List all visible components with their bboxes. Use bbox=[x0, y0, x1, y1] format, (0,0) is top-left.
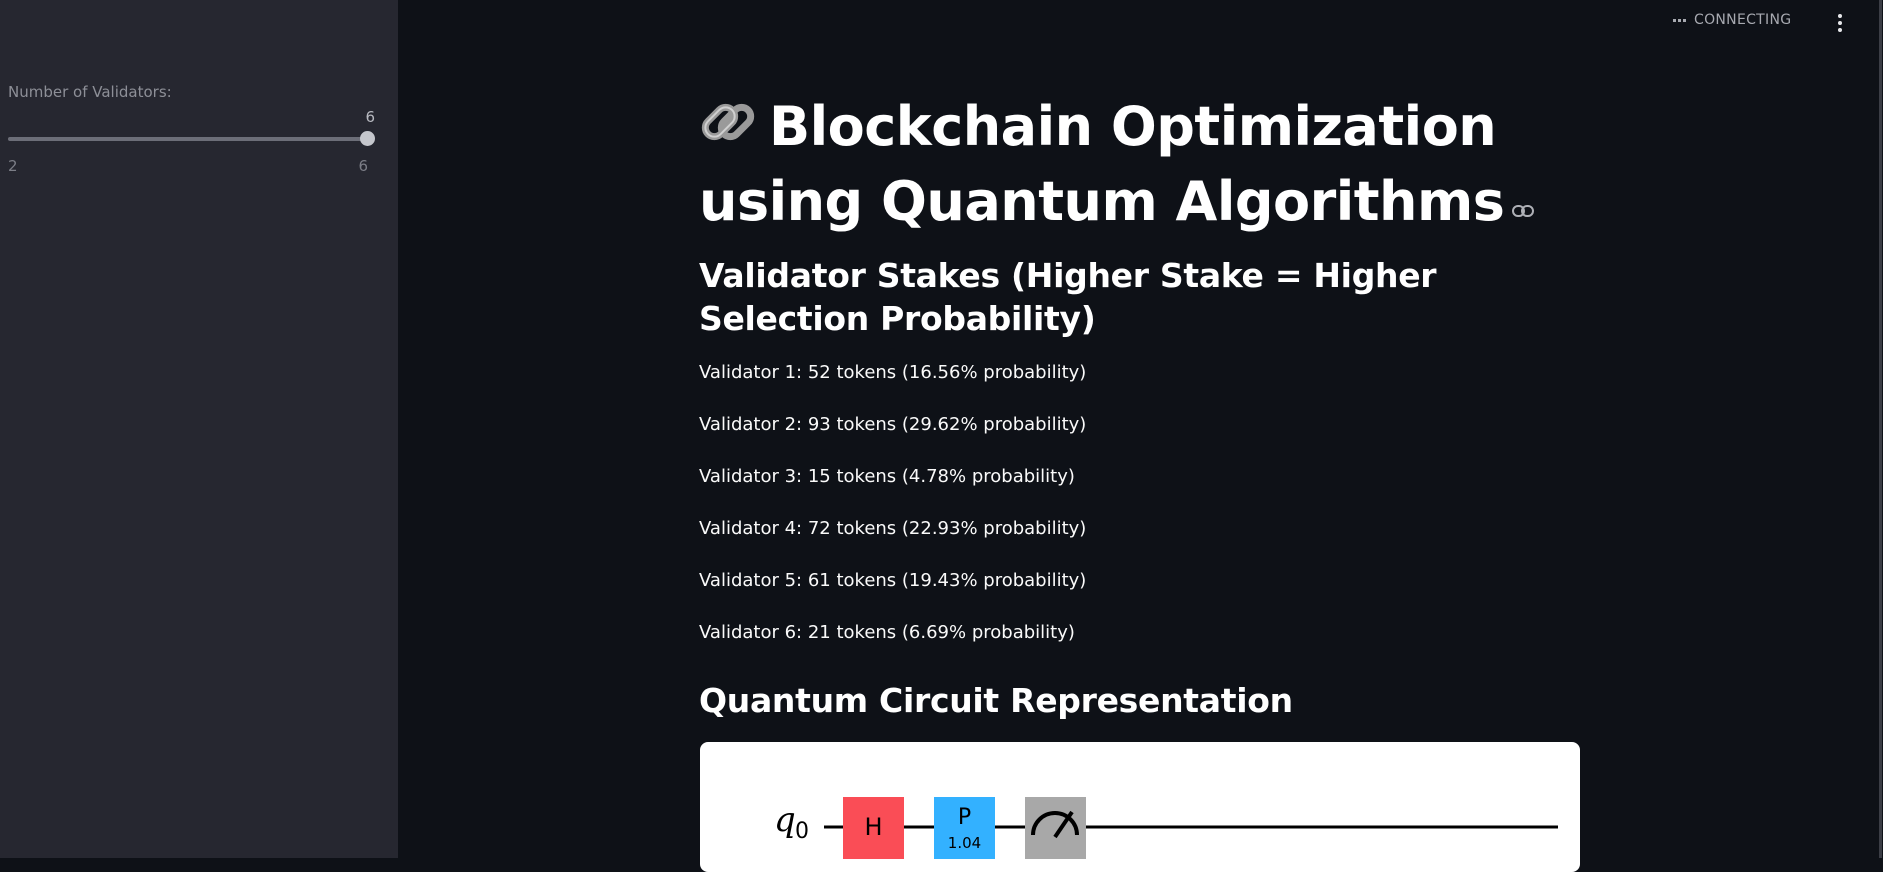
phase-gate-param: 1.04 bbox=[948, 834, 981, 852]
validator-stake-line: Validator 4: 72 tokens (22.93% probabili… bbox=[699, 518, 1087, 539]
validator-stake-line: Validator 6: 21 tokens (6.69% probabilit… bbox=[699, 622, 1075, 643]
kebab-menu-icon[interactable] bbox=[1834, 14, 1846, 32]
qubit-label: q bbox=[774, 800, 796, 840]
page-title-text: Blockchain Optimization using Quantum Al… bbox=[699, 95, 1505, 233]
slider-max-label: 6 bbox=[358, 157, 368, 175]
connection-status: CONNECTING bbox=[1673, 12, 1791, 28]
slider-min-label: 2 bbox=[8, 157, 18, 175]
validators-slider-track[interactable] bbox=[8, 137, 368, 141]
validator-stake-line: Validator 5: 61 tokens (19.43% probabili… bbox=[699, 570, 1087, 591]
anchor-link-icon[interactable] bbox=[1512, 166, 1535, 233]
validator-stake-line: Validator 3: 15 tokens (4.78% probabilit… bbox=[699, 466, 1075, 487]
phase-gate-label: P bbox=[958, 805, 971, 830]
link-chain-icon bbox=[699, 93, 757, 166]
connection-status-text: CONNECTING bbox=[1694, 12, 1792, 28]
circuit-heading: Quantum Circuit Representation bbox=[699, 681, 1293, 720]
scrollbar[interactable] bbox=[1879, 0, 1882, 858]
quantum-circuit-diagram: q 0 H P 1.04 bbox=[700, 742, 1580, 872]
ellipsis-icon bbox=[1673, 18, 1686, 22]
slider-current-value: 6 bbox=[365, 108, 375, 126]
hadamard-gate-label: H bbox=[864, 813, 882, 841]
sidebar: Number of Validators: 6 2 6 bbox=[0, 0, 398, 858]
validator-stakes-heading: Validator Stakes (Higher Stake = Higher … bbox=[699, 256, 1437, 338]
validator-stake-line: Validator 1: 52 tokens (16.56% probabili… bbox=[699, 362, 1087, 383]
validators-slider-thumb[interactable] bbox=[360, 131, 375, 146]
page-title: Blockchain Optimization using Quantum Al… bbox=[699, 93, 1579, 235]
slider-label: Number of Validators: bbox=[8, 83, 172, 101]
qubit-index: 0 bbox=[795, 819, 809, 844]
validator-stake-line: Validator 2: 93 tokens (29.62% probabili… bbox=[699, 414, 1087, 435]
